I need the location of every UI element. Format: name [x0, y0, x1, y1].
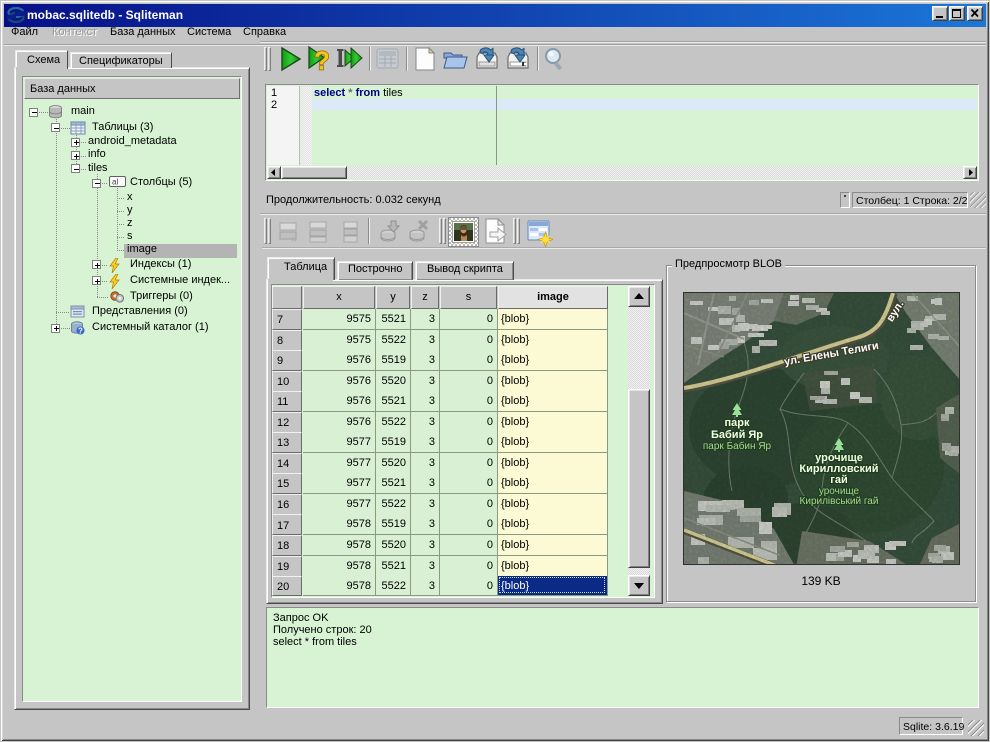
- svg-text:гай: гай: [830, 474, 847, 486]
- svg-text:парк: парк: [725, 417, 750, 429]
- svg-text:Бабий Яр: Бабий Яр: [711, 429, 763, 441]
- svg-text:Кирилівський гай: Кирилівський гай: [800, 496, 879, 507]
- svg-text:al: al: [112, 178, 118, 187]
- svg-text:?: ?: [78, 326, 83, 335]
- svg-text:парк Бабин Яр: парк Бабин Яр: [703, 440, 772, 452]
- svg-text:?: ?: [314, 46, 330, 73]
